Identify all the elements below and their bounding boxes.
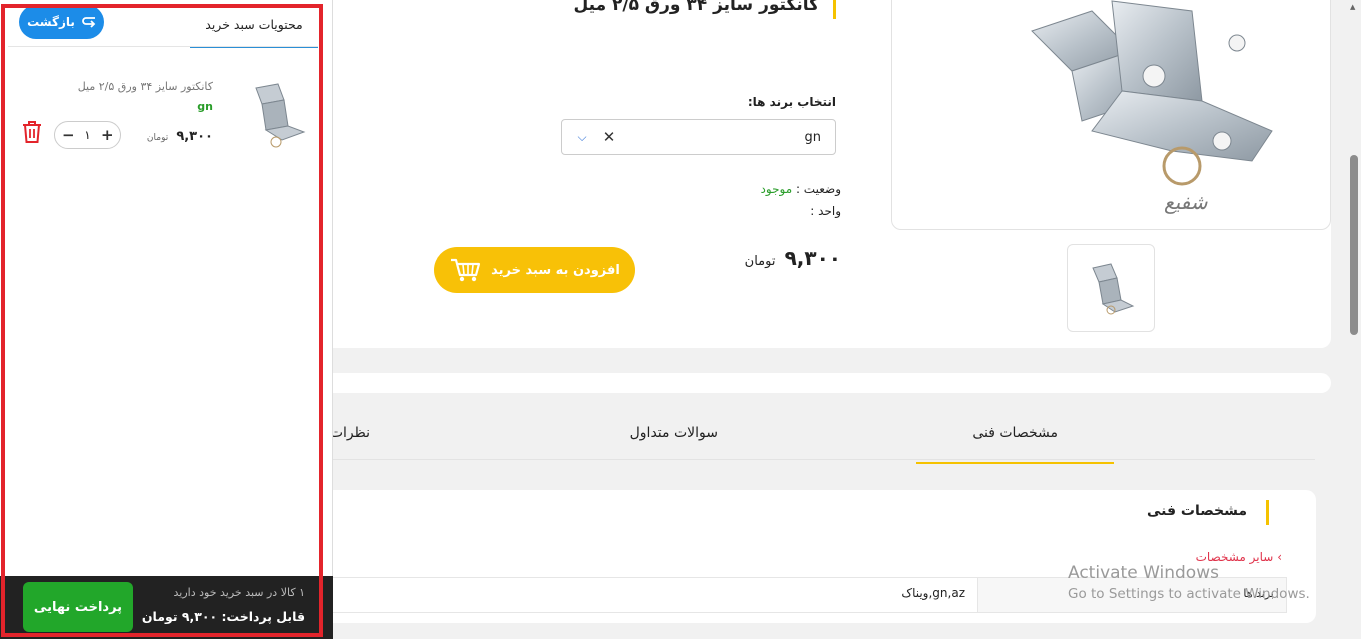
brand-label: انتخاب برند ها: — [747, 95, 836, 109]
cart-item-price: ۹,۳۰۰ تومان — [147, 125, 213, 144]
price-value: ۹,۳۰۰ — [784, 246, 841, 270]
tab-faq[interactable]: سوالات متداول — [630, 425, 718, 441]
product-thumbnail[interactable] — [1067, 244, 1155, 332]
return-icon — [82, 17, 96, 28]
status-label: وضعیت : — [795, 182, 841, 196]
other-specs-label: سایر مشخصات — [1195, 550, 1274, 564]
add-to-cart-label: افزودن به سبد خرید — [491, 262, 620, 278]
cart-item-brand: gn — [197, 100, 213, 113]
specs-title: مشخصات فنی — [1147, 500, 1269, 525]
cart-item-count: ۱ کالا در سبد خرید خود دارید — [173, 586, 305, 599]
product-main-image[interactable]: شفیع — [891, 0, 1331, 230]
cart-item-image[interactable] — [246, 80, 312, 154]
add-to-cart-button[interactable]: افزودن به سبد خرید — [434, 247, 635, 293]
cart-total: قابل پرداخت: ۹,۳۰۰ تومان — [141, 609, 305, 624]
cart-footer: پرداخت نهایی ۱ کالا در سبد خرید خود داری… — [0, 576, 333, 639]
spec-value: gn,az,ویناک — [901, 586, 965, 600]
quantity-value: ۱ — [84, 128, 91, 142]
chevron-left-icon: › — [1277, 550, 1282, 564]
scrollbar-thumb[interactable] — [1350, 155, 1358, 335]
unit-label: واحد : — [810, 204, 841, 218]
trash-icon[interactable] — [21, 120, 43, 144]
cart-divider — [8, 46, 318, 47]
cart-icon — [451, 258, 481, 282]
scroll-up-icon[interactable]: ▲ — [1350, 3, 1355, 11]
status-value: موجود — [760, 182, 793, 196]
cart-item-name: کانکتور سایز ۳۴ ورق ۲/۵ میل — [77, 80, 213, 93]
clear-icon[interactable]: ✕ — [602, 128, 616, 146]
other-specs-link[interactable]: › سایر مشخصات — [1196, 550, 1282, 564]
product-tabs: مشخصات فنی سوالات متداول نظرات — [320, 393, 1315, 464]
cart-title-tab[interactable]: محتویات سبد خرید — [190, 6, 318, 48]
page-scrollbar[interactable]: ▲ — [1347, 0, 1361, 639]
cart-panel: بازگشت محتویات سبد خرید کانکتور سایز ۳۴ … — [0, 0, 333, 639]
cart-item-currency: تومان — [146, 133, 169, 143]
spec-key: برند ها — [977, 578, 1286, 612]
cart-item-price-value: ۹,۳۰۰ — [176, 129, 213, 144]
connector-image: شفیع — [1031, 0, 1273, 214]
section-divider — [320, 373, 1331, 393]
back-button[interactable]: بازگشت — [19, 5, 104, 39]
checkout-button[interactable]: پرداخت نهایی — [23, 582, 133, 632]
specs-row: برند ها gn,az,ویناک — [320, 577, 1287, 613]
thumbnail-image — [1092, 263, 1135, 315]
brand-selected-value: gn — [804, 129, 822, 145]
price-currency: تومان — [744, 254, 776, 269]
plus-icon[interactable]: + — [101, 127, 114, 143]
tab-technical-specs[interactable]: مشخصات فنی — [916, 425, 1114, 464]
back-label: بازگشت — [27, 15, 75, 29]
status-line: وضعیت : موجود — [761, 182, 841, 196]
quantity-stepper[interactable]: − ۱ + — [54, 121, 121, 149]
watermark-text: شفیع — [1164, 190, 1208, 214]
product-title: کانکتور سایز ۳۴ ورق ۲/۵ میل — [573, 0, 836, 19]
tab-reviews[interactable]: نظرات — [330, 425, 370, 441]
specs-card: مشخصات فنی › سایر مشخصات برند ها gn,az,و… — [320, 490, 1316, 623]
product-price: ۹,۳۰۰ تومان — [745, 246, 841, 270]
chevron-down-icon[interactable]: ⌵ — [562, 130, 602, 145]
minus-icon[interactable]: − — [62, 127, 75, 143]
brand-select[interactable]: ⌵ ✕ gn — [561, 119, 836, 155]
